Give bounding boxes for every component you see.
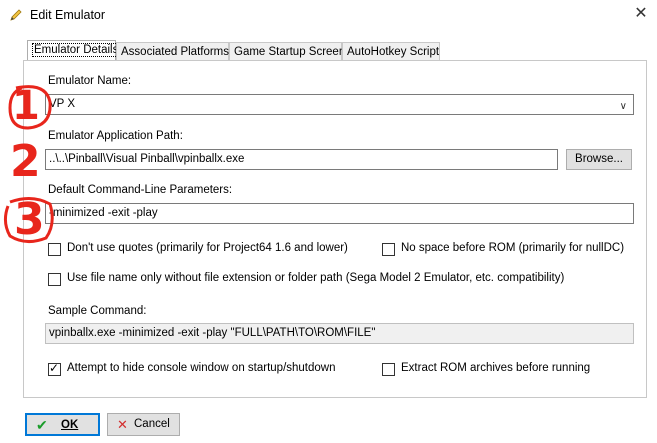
annotation-3-circle: [3, 197, 54, 243]
checkmark-icon: ✔: [36, 417, 48, 433]
file-name-only-checkbox[interactable]: [48, 273, 61, 286]
emulator-name-label: Emulator Name:: [48, 75, 132, 87]
sample-command-field: vpinballx.exe -minimized -exit -play "FU…: [45, 323, 634, 344]
window-title: Edit Emulator: [30, 8, 106, 22]
tab-label: Emulator Details: [32, 43, 121, 57]
browse-button[interactable]: Browse...: [566, 149, 632, 170]
cancel-x-icon: ✕: [117, 417, 128, 432]
annotation-1-circle: [8, 85, 52, 130]
tab-game-startup-screen[interactable]: Game Startup Screen: [229, 42, 346, 60]
file-name-only-label: Use file name only without file extensio…: [67, 272, 565, 284]
chevron-down-icon[interactable]: ∨: [620, 97, 627, 114]
ok-label: OK: [61, 419, 79, 431]
close-icon[interactable]: ✕: [632, 5, 650, 23]
title-bar: Edit Emulator ✕: [0, 0, 657, 30]
cancel-button[interactable]: ✕ Cancel: [107, 413, 180, 436]
sample-command-label: Sample Command:: [48, 305, 147, 317]
tab-label: AutoHotkey Script: [347, 46, 440, 58]
extract-rom-label: Extract ROM archives before running: [401, 362, 591, 374]
hide-console-checkbox[interactable]: [48, 361, 61, 376]
params-label: Default Command-Line Parameters:: [48, 184, 233, 196]
tab-autohotkey-script[interactable]: AutoHotkey Script: [342, 42, 440, 60]
sample-command-value: vpinballx.exe -minimized -exit -play "FU…: [49, 327, 376, 339]
extract-rom-checkbox[interactable]: [382, 363, 395, 376]
app-path-input[interactable]: ..\..\Pinball\Visual Pinball\vpinballx.e…: [45, 149, 558, 170]
params-value: -minimized -exit -play: [49, 207, 158, 219]
app-path-value: ..\..\Pinball\Visual Pinball\vpinballx.e…: [49, 153, 245, 165]
ok-button[interactable]: ✔ OK: [25, 413, 100, 436]
no-space-checkbox[interactable]: [382, 243, 395, 256]
annotation-2: 2: [10, 136, 41, 187]
dont-use-quotes-label: Don't use quotes (primarily for Project6…: [67, 242, 348, 254]
app-path-label: Emulator Application Path:: [48, 130, 183, 142]
emulator-name-combo[interactable]: VP X ∨: [45, 94, 634, 115]
tab-emulator-details[interactable]: Emulator Details: [27, 40, 121, 61]
hide-console-label: Attempt to hide console window on startu…: [67, 362, 336, 374]
tab-label: Associated Platforms: [121, 46, 230, 58]
tab-label: Game Startup Screen: [234, 46, 346, 58]
no-space-label: No space before ROM (primarily for nullD…: [401, 242, 625, 254]
params-input[interactable]: -minimized -exit -play: [45, 203, 634, 224]
pencil-icon: [10, 9, 22, 21]
cancel-label: Cancel: [134, 418, 170, 430]
tab-associated-platforms[interactable]: Associated Platforms: [116, 42, 229, 60]
